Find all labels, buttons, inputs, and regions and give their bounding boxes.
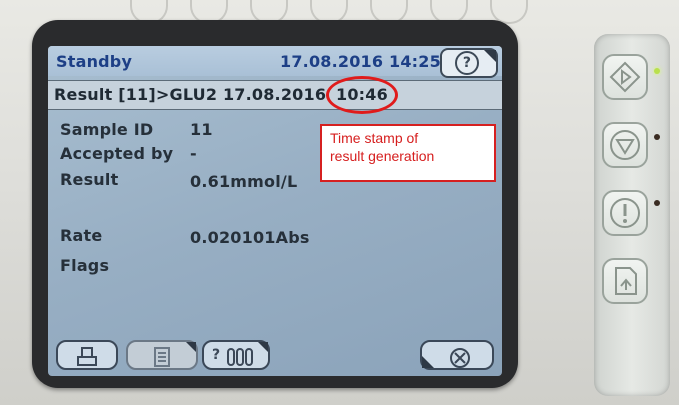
stop-button[interactable] [602,122,648,168]
report-icon [615,267,637,295]
document-icon [154,347,170,367]
callout-line-2: result generation [330,148,435,164]
stop-led [654,134,660,140]
field-label-flags: Flags [60,256,110,275]
result-header: Result [11]>GLU2 17.08.2016 10:46 [48,80,502,110]
lcd-screen: Standby 17.08.2016 14:25 ? Result [11]>G… [48,46,502,376]
result-title: Result [11]>GLU2 17.08.2016 [54,85,327,104]
field-value-rate: 0.020101Abs [190,228,310,247]
field-label-accepted-by: Accepted by [60,144,174,163]
report-button[interactable] [602,258,648,304]
help-icon: ? [455,51,479,75]
alert-icon [610,198,640,228]
start-button[interactable] [602,54,648,100]
alert-button[interactable] [602,190,648,236]
status-mode: Standby [56,52,133,71]
start-icon [609,61,641,93]
field-value-sample-id: 11 [190,120,213,139]
cancel-icon [450,348,470,368]
cancel-button[interactable] [420,340,494,370]
field-value-accepted-by: - [190,144,197,163]
status-datetime: 17.08.2016 14:25 [280,52,441,71]
help-button[interactable]: ? [440,48,498,78]
callout-line-1: Time stamp of [330,130,419,146]
annotation-callout: Time stamp of result generation [320,124,496,182]
tube-rack-question: ? [212,347,221,363]
device-housing: Standby 17.08.2016 14:25 ? Result [11]>G… [0,0,679,405]
control-panel [594,34,670,396]
annotation-circle [326,76,398,114]
field-label-rate: Rate [60,226,103,245]
field-label-result: Result [60,170,119,189]
field-label-sample-id: Sample ID [60,120,154,139]
print-icon [77,347,97,366]
tube-rack-button[interactable]: ? [202,340,270,370]
start-led [654,68,660,74]
print-button[interactable] [56,340,118,370]
document-button[interactable] [126,340,198,370]
status-bar: Standby 17.08.2016 14:25 ? [48,46,502,78]
alert-led [654,200,660,206]
field-value-result: 0.61mmol/L [190,172,298,191]
stop-icon [610,130,640,160]
